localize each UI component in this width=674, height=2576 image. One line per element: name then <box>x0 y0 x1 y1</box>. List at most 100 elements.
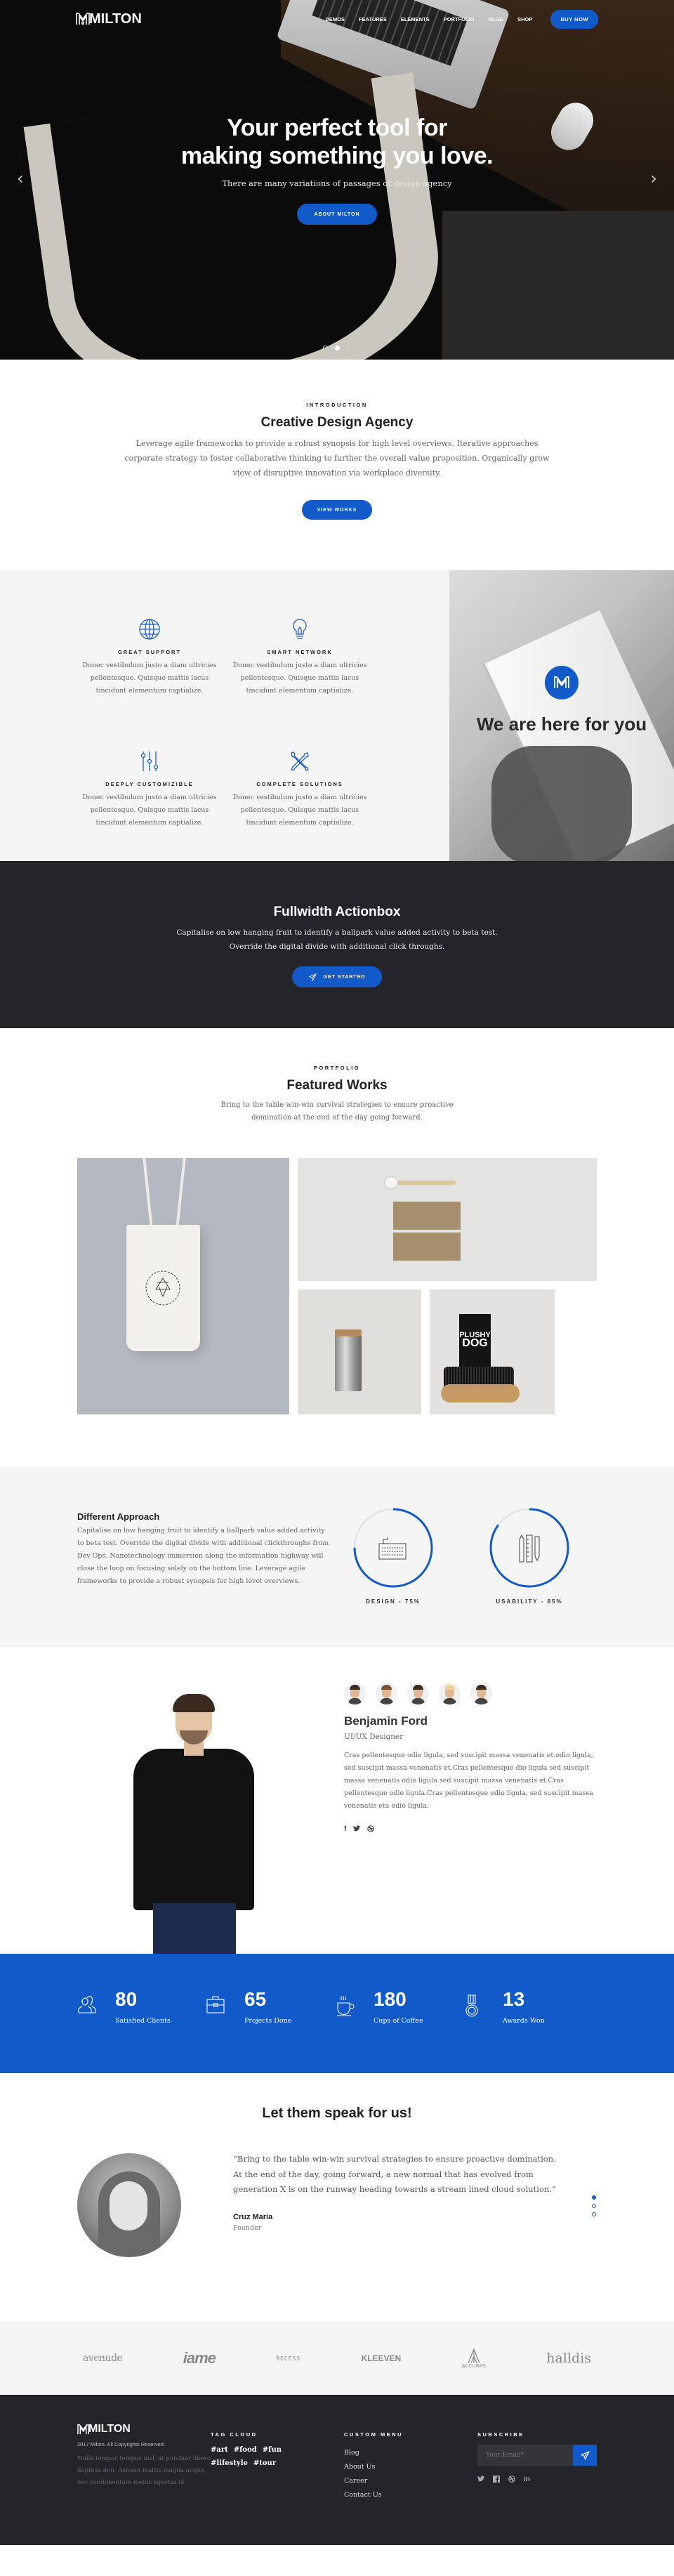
avatar[interactable] <box>407 1683 429 1704</box>
testimonials-title: Let them speak for us! <box>262 2105 412 2121</box>
approach-text-block: Different Approach Capitalise on low han… <box>77 1510 330 1648</box>
paper-plane-icon <box>580 2450 590 2460</box>
stat-value: 13 <box>503 1988 525 2010</box>
footer-link-career[interactable]: Career <box>344 2477 477 2485</box>
twitter-icon[interactable] <box>477 2476 484 2485</box>
we-are-here-title: We are here for you <box>476 714 647 735</box>
slider-dot-3[interactable] <box>345 346 351 350</box>
nav-item-features[interactable]: Features <box>359 16 387 22</box>
nav-item-shop[interactable]: Shop <box>517 16 532 22</box>
custom-menu-title: Custom Menu <box>344 2431 404 2438</box>
medal-icon <box>465 1995 478 2017</box>
client-logo-avenude[interactable]: avenude <box>83 2353 123 2364</box>
slider-dot-2[interactable] <box>334 346 340 350</box>
stat-satisfied-clients: 80 Satisfied Clients <box>77 1989 206 2073</box>
tag-tour[interactable]: #tour <box>253 2459 276 2467</box>
nav-item-blog[interactable]: Blog <box>488 16 503 22</box>
team-member-info: Benjamin Ford UI/UX Designer Cras pellen… <box>344 1683 597 1834</box>
dribbble-icon[interactable] <box>508 2476 515 2485</box>
facebook-icon[interactable]: f <box>344 1825 346 1834</box>
linkedin-icon[interactable]: in <box>524 2476 530 2485</box>
client-logo-halldis[interactable]: halldis <box>546 2351 591 2366</box>
nav-item-portfolio[interactable]: Portfolio <box>444 16 475 22</box>
nav-item-elements[interactable]: Elements <box>401 16 430 22</box>
plushy-dog-card: PLUSHY DOG <box>459 1314 491 1374</box>
testimonial-dots <box>592 2195 596 2216</box>
feature-text: Donec vestibulum justo a diam ultricies … <box>82 662 217 695</box>
lightbulb-icon <box>293 619 307 639</box>
view-works-button[interactable]: View Works <box>301 500 373 520</box>
tag-cloud-title: Tag Cloud <box>211 2431 258 2438</box>
footer-logo[interactable]: MILTON <box>77 2423 211 2436</box>
feature-smart-network: Smart Network Donec vestibulum justo a d… <box>230 617 370 729</box>
envelope-image <box>393 1202 461 1230</box>
twitter-icon[interactable] <box>353 1825 361 1834</box>
tag-art[interactable]: #art <box>211 2446 228 2454</box>
footer-link-blog[interactable]: Blog <box>344 2449 477 2457</box>
member-bio: Cras pellentesque odio ligula, sed susci… <box>344 1752 593 1810</box>
about-milton-button[interactable]: About Milton <box>297 204 377 225</box>
testimonial-dot-2[interactable] <box>592 2204 596 2208</box>
site-footer: MILTON 2017 Milton. All Copyrights Reser… <box>0 2395 674 2545</box>
nav-item-demos[interactable]: Demos <box>325 16 345 22</box>
quote-author: Cruz Maria <box>233 2212 273 2221</box>
skill-ring-design <box>353 1508 433 1588</box>
hero-slider: MILTON Demos Features Elements Portfolio… <box>0 0 674 360</box>
intro-title: Creative Design Agency <box>260 415 414 430</box>
avatar[interactable] <box>344 1683 366 1704</box>
skill-label: Design - 75% <box>366 1598 421 1605</box>
email-input[interactable] <box>477 2445 573 2466</box>
stationery-icon <box>519 1534 540 1563</box>
avatar[interactable] <box>439 1683 461 1704</box>
client-logo-kleeven[interactable]: KLEEVEN <box>362 2353 402 2363</box>
hero-content: Your perfect tool for making something y… <box>0 114 674 225</box>
testimonial-dot-1[interactable] <box>592 2195 596 2200</box>
actionbox-section: Fullwidth Actionbox Capitalise on low ha… <box>0 861 674 1028</box>
footer-link-contact-us[interactable]: Contact Us <box>344 2491 477 2499</box>
briefcase-icon <box>206 1996 225 2013</box>
work-steel-jar[interactable] <box>298 1289 421 1414</box>
avatar[interactable] <box>376 1683 397 1704</box>
testimonial-quote: “Bring to the table win-win survival str… <box>233 2152 563 2232</box>
feature-text: Donec vestibulum justo a diam ultricies … <box>82 794 217 827</box>
bag-strap <box>142 1158 153 1228</box>
skill-usability: Usability - 85% <box>489 1507 570 1648</box>
buy-now-button[interactable]: Buy Now <box>550 9 598 29</box>
shirt <box>133 1749 254 1910</box>
tag-fun[interactable]: #fun <box>263 2446 282 2454</box>
avatar[interactable] <box>470 1683 492 1704</box>
tag-lifestyle[interactable]: #lifestyle <box>211 2459 248 2467</box>
keyboard-icon <box>378 1537 407 1560</box>
jeans <box>153 1903 236 1954</box>
nav-menu: Demos Features Elements Portfolio Blog S… <box>311 9 598 29</box>
brush-base <box>441 1384 520 1402</box>
quote-position: Founder <box>233 2223 262 2232</box>
portfolio-section: Portfolio Featured Works Bring to the ta… <box>0 1028 674 1466</box>
facebook-icon[interactable] <box>493 2476 500 2485</box>
get-started-button[interactable]: Get Started <box>291 966 383 987</box>
site-logo[interactable]: MILTON <box>76 11 142 27</box>
stats-section: 80 Satisfied Clients 65 Projects Done 180 C… <box>0 1954 674 2073</box>
stat-value: 65 <box>244 1988 267 2010</box>
hero-title-line2: making something you love. <box>180 143 494 169</box>
stat-value: 80 <box>115 1988 138 2010</box>
feature-title: Smart Network <box>267 649 333 655</box>
footer-logo-text: MILTON <box>88 2423 131 2435</box>
client-logo-recess[interactable]: RECESS <box>276 2355 300 2362</box>
slider-dots <box>0 340 674 353</box>
work-tote-bag[interactable] <box>77 1158 289 1414</box>
work-spoon-envelopes[interactable] <box>298 1158 597 1281</box>
slider-dot-1[interactable] <box>323 346 329 350</box>
client-logo-iame[interactable]: iame <box>183 2349 216 2367</box>
tag-food[interactable]: #food <box>234 2446 257 2454</box>
footer-link-about-us[interactable]: About Us <box>344 2463 477 2471</box>
footer-custom-menu: Custom Menu Blog About Us Career Contact… <box>344 2431 477 2545</box>
tools-icon <box>291 751 309 771</box>
dribbble-icon[interactable] <box>367 1825 375 1834</box>
clients-logos: avenude iame RECESS KLEEVEN ACCURAS hall… <box>0 2322 674 2395</box>
work-plushy-dog-brush[interactable]: PLUSHY DOG <box>430 1289 555 1414</box>
bag-logo-icon <box>145 1270 180 1306</box>
subscribe-button[interactable] <box>573 2445 597 2466</box>
client-logo-accuras[interactable]: ACCURAS <box>462 2348 486 2369</box>
testimonial-dot-3[interactable] <box>592 2212 596 2216</box>
